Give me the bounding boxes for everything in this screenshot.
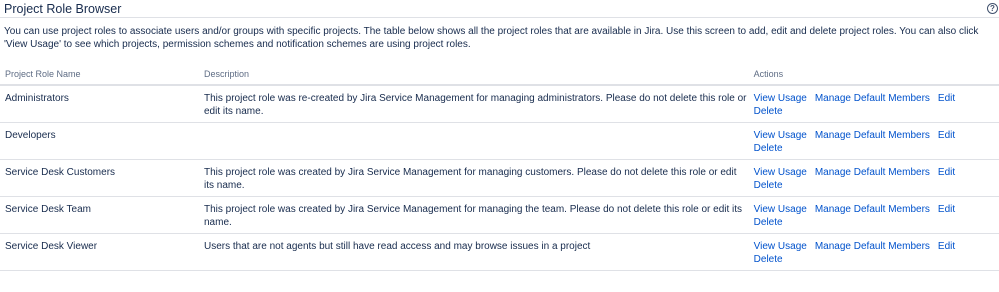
table-row: Service Desk Team This project role was … [0, 196, 999, 234]
role-actions: View Usage Manage Default Members Edit Del… [748, 85, 999, 123]
role-name: Service Desk Viewer [0, 233, 199, 271]
intro-text: You can use project roles to associate u… [4, 26, 979, 50]
view-usage-link[interactable]: View Usage [754, 130, 807, 141]
manage-default-members-link[interactable]: Manage Default Members [815, 93, 930, 104]
role-name: Service Desk Customers [0, 159, 199, 197]
role-actions: View Usage Manage Default Members Edit Del… [748, 122, 999, 160]
view-usage-link[interactable]: View Usage [754, 241, 807, 252]
column-header-actions: Actions [748, 64, 999, 86]
role-actions: View Usage Manage Default Members Edit Del… [748, 159, 999, 197]
column-header-name: Project Role Name [0, 64, 199, 86]
role-actions: View Usage Manage Default Members Edit Del… [748, 196, 999, 234]
help-icon[interactable]: ? [987, 3, 998, 14]
delete-link[interactable]: Delete [754, 106, 783, 117]
view-usage-link[interactable]: View Usage [754, 204, 807, 215]
table-row: Service Desk Customers This project role… [0, 159, 999, 197]
role-description [199, 122, 749, 160]
table-row: Developers View Usage Manage Default Memb… [0, 122, 999, 160]
page-header: Project Role Browser ? [0, 0, 999, 18]
edit-link[interactable]: Edit [938, 167, 955, 178]
manage-default-members-link[interactable]: Manage Default Members [815, 130, 930, 141]
role-description: Users that are not agents but still have… [199, 233, 749, 271]
role-description: This project role was re-created by Jira… [199, 85, 749, 123]
table-header-row: Project Role Name Description Actions [0, 64, 999, 86]
delete-link[interactable]: Delete [754, 180, 783, 191]
edit-link[interactable]: Edit [938, 204, 955, 215]
table-row: Service Desk Viewer Users that are not a… [0, 233, 999, 271]
edit-link[interactable]: Edit [938, 241, 955, 252]
column-header-description: Description [199, 64, 749, 86]
role-description: This project role was created by Jira Se… [199, 196, 749, 234]
role-description: This project role was created by Jira Se… [199, 159, 749, 197]
project-roles-table: Project Role Name Description Actions Ad… [0, 64, 999, 271]
edit-link[interactable]: Edit [938, 93, 955, 104]
manage-default-members-link[interactable]: Manage Default Members [815, 204, 930, 215]
role-name: Service Desk Team [0, 196, 199, 234]
view-usage-link[interactable]: View Usage [754, 167, 807, 178]
edit-link[interactable]: Edit [938, 130, 955, 141]
role-name: Developers [0, 122, 199, 160]
view-usage-link[interactable]: View Usage [754, 93, 807, 104]
delete-link[interactable]: Delete [754, 254, 783, 265]
manage-default-members-link[interactable]: Manage Default Members [815, 167, 930, 178]
page-title: Project Role Browser [4, 2, 122, 16]
role-name: Administrators [0, 85, 199, 123]
role-actions: View Usage Manage Default Members Edit Del… [748, 233, 999, 271]
delete-link[interactable]: Delete [754, 217, 783, 228]
table-row: Administrators This project role was re-… [0, 85, 999, 123]
manage-default-members-link[interactable]: Manage Default Members [815, 241, 930, 252]
delete-link[interactable]: Delete [754, 143, 783, 154]
